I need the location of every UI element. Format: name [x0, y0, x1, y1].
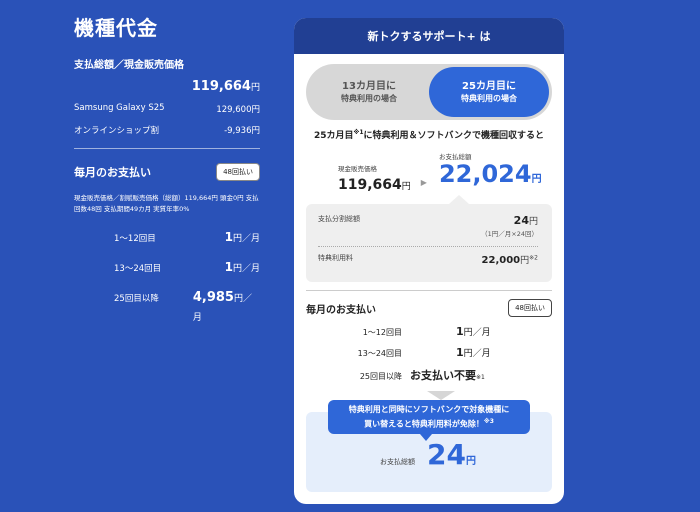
cash-price-unit: 円 [401, 182, 411, 192]
price-row-label: Samsung Galaxy S25 [74, 103, 165, 113]
total-payment-value: 22,024 [438, 160, 532, 188]
footnote-marker: ※3 [483, 417, 494, 425]
toggle-option-sublabel: 特典利用の場合 [461, 94, 517, 103]
payment-row: 13〜24回目 1円／月 [74, 256, 260, 275]
divider [74, 148, 260, 149]
payment-value: 1 [456, 325, 464, 338]
price-row-value: -9,936円 [224, 126, 260, 136]
toggle-option-label: 25カ月目に [462, 81, 516, 92]
page-title: 機種代金 [74, 16, 158, 40]
breakdown-box: 支払分割総額 24円 （1円／月×24回） 特典利用料 22,000円※2 [306, 204, 552, 282]
monthly-header: 毎月のお支払い 48回払い [306, 299, 552, 317]
total-price-label: 支払総額／現金販売価格 [74, 60, 184, 71]
benefit-timing-toggle: 13カ月目に 特典利用の場合 25カ月目に 特典利用の場合 [306, 64, 552, 120]
card-header: 新トクするサポート+ は [294, 18, 564, 54]
condition-text: 25カ月目※1に特典利用＆ソフトバンクで機種回収すると [294, 128, 564, 141]
down-triangle-icon [427, 391, 455, 400]
installment-note: 現金販売価格／割賦販売価格（総額）119,664円 頭金0円 支払回数48回 支… [74, 194, 259, 213]
support-plan-card: 新トクするサポート+ は 13カ月目に 特典利用の場合 25カ月目に 特典利用の… [294, 18, 564, 504]
monthly-payments: 毎月のお支払い 48回払い 1〜12回目 1 円／月 13〜24回目 1 円／月 2… [306, 299, 552, 400]
installment-total-value: 24 [513, 214, 529, 227]
price-summary-panel: 機種代金 支払総額／現金販売価格 119,664円 Samsung Galaxy… [74, 14, 260, 324]
payment-period: 13〜24回目 [114, 264, 162, 274]
payment-period: 25回目以降 [114, 294, 159, 304]
arrow-right-icon: ▶ [420, 178, 427, 187]
final-total-value: 24 [427, 438, 466, 471]
installment-total-unit: 円 [528, 217, 538, 227]
installment-total-row: 支払分割総額 24円 [318, 214, 538, 227]
price-comparison: 現金販売価格 119,664円 ▶ お支払総額 22,024円 [338, 153, 564, 193]
benefit-fee-row: 特典利用料 22,000円※2 [318, 253, 538, 266]
exemption-callout: 特典利用と同時にソフトバンクで対象機種に 買い替えると特典利用料が免除！※3 [328, 400, 530, 441]
condition-detail: に特典利用＆ソフトバンクで機種回収すると [363, 131, 544, 141]
payment-row: 25回目以降 4,985円／月 [74, 286, 260, 324]
monthly-title: 毎月のお支払い [306, 304, 376, 316]
total-payment-unit: 円 [531, 174, 542, 185]
final-total-unit: 円 [465, 456, 476, 467]
payment-unit: 円／月 [232, 234, 260, 244]
divider [318, 246, 538, 247]
installments-badge: 48回払い [216, 163, 260, 181]
cash-price-label: 現金販売価格 [338, 165, 377, 173]
benefit-fee-unit: 円 [520, 256, 530, 266]
cash-price-value: 119,664 [338, 177, 402, 193]
benefit-fee-value: 22,000 [481, 255, 521, 266]
payment-period: 13〜24回目 [357, 349, 402, 358]
callout-line: 特典利用と同時にソフトバンクで対象機種に [348, 404, 510, 414]
payment-period: 1〜12回目 [114, 234, 156, 244]
payment-unit: 円／月 [463, 328, 491, 338]
payment-row: 25回目以降 お支払い不要 ※1 [306, 367, 552, 383]
payment-unit: 円／月 [463, 349, 491, 359]
divider [306, 290, 552, 291]
installment-total-label: 支払分割総額 [318, 215, 360, 223]
toggle-option-sublabel: 特典利用の場合 [341, 94, 397, 103]
footnote-marker: ※2 [529, 254, 538, 262]
total-payment: お支払総額 22,024円 [439, 151, 542, 193]
final-total: お支払総額 24円 [380, 438, 476, 471]
payment-unit: 円／月 [232, 264, 260, 274]
toggle-option-13-month[interactable]: 13カ月目に 特典利用の場合 [309, 67, 429, 117]
payment-value: 1 [456, 346, 464, 359]
price-row-value: 129,600円 [216, 105, 260, 115]
price-row-device: Samsung Galaxy S25 129,600円 [74, 103, 260, 115]
footnote-marker: ※1 [353, 129, 364, 136]
payment-row: 1〜12回目 1円／月 [306, 325, 552, 338]
payment-value: 1 [224, 260, 233, 274]
monthly-title: 毎月のお支払い [74, 166, 151, 179]
callout-line: 買い替えると特典利用料が免除！ [364, 419, 484, 429]
benefit-fee-label: 特典利用料 [318, 254, 353, 262]
cash-price: 現金販売価格 119,664円 [338, 163, 411, 193]
monthly-header: 毎月のお支払い 48回払い [74, 163, 260, 181]
payment-row: 13〜24回目 1円／月 [306, 346, 552, 359]
price-row-label: オンラインショップ割 [74, 126, 160, 136]
final-total-label: お支払総額 [380, 458, 415, 466]
payment-period: 1〜12回目 [362, 328, 402, 337]
price-row-discount: オンラインショップ割 -9,936円 [74, 124, 260, 136]
total-price: 119,664円 [74, 79, 260, 94]
installment-detail: （1円／月×24回） [481, 230, 538, 238]
footnote-marker: ※1 [476, 374, 485, 381]
callout-notch [449, 195, 469, 204]
payment-row: 1〜12回目 1円／月 [74, 226, 260, 245]
toggle-option-label: 13カ月目に [342, 81, 396, 92]
condition-month: 25カ月目 [314, 131, 354, 141]
installments-badge: 48回払い [508, 299, 552, 317]
toggle-option-25-month[interactable]: 25カ月目に 特典利用の場合 [429, 67, 549, 117]
payment-value: 4,985 [192, 290, 234, 305]
total-price-value: 119,664 [191, 79, 251, 94]
total-price-unit: 円 [250, 83, 260, 93]
payment-value: 1 [224, 230, 233, 244]
payment-value: お支払い不要 [410, 369, 476, 382]
